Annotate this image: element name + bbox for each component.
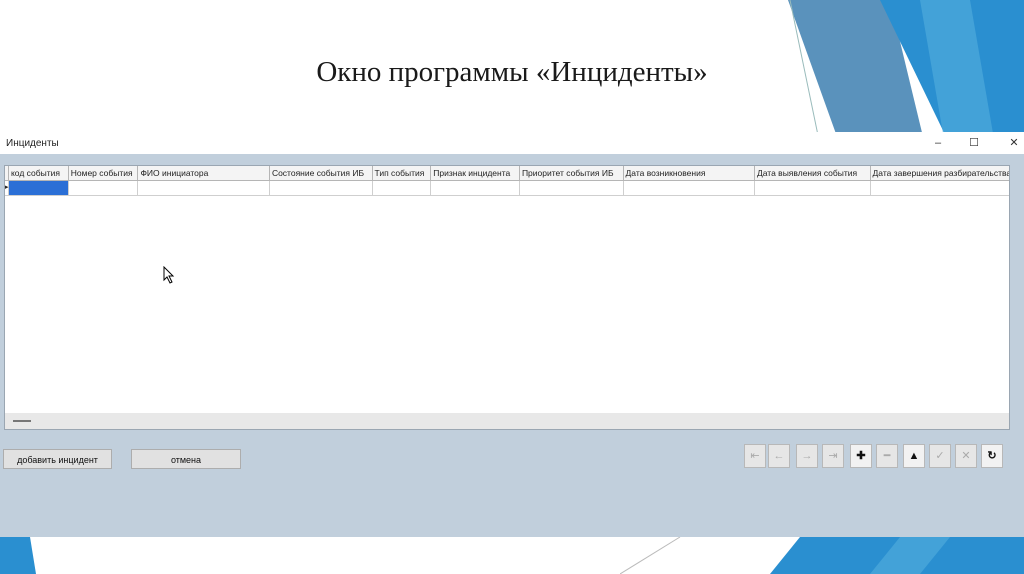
table-cell[interactable] [431, 181, 520, 195]
table-cell[interactable] [138, 181, 270, 195]
column-header[interactable]: Состояние события ИБ [270, 166, 373, 180]
column-header[interactable]: Признак инцидента [431, 166, 520, 180]
column-header[interactable]: ФИО инициатора [138, 166, 270, 180]
table-cell[interactable] [755, 181, 871, 195]
table-cell[interactable] [520, 181, 624, 195]
delete-icon[interactable]: ━ [876, 444, 898, 468]
table-cell[interactable] [373, 181, 432, 195]
next-icon[interactable]: → [796, 444, 818, 468]
last-icon[interactable]: ⇥ [822, 444, 844, 468]
post-icon[interactable]: ✓ [929, 444, 951, 468]
up-icon[interactable]: ▲ [903, 444, 925, 468]
table-cell[interactable] [270, 181, 373, 195]
column-header[interactable]: Приоритет события ИБ [520, 166, 624, 180]
add-icon[interactable]: ✚ [850, 444, 872, 468]
incidents-grid[interactable]: код события Номер события ФИО инициатора… [4, 165, 1010, 414]
first-icon[interactable]: ⇤ [744, 444, 766, 468]
scrollbar-thumb[interactable] [13, 420, 31, 422]
minimize-button[interactable]: – [928, 135, 948, 151]
column-header[interactable]: Тип события [373, 166, 432, 180]
table-cell[interactable] [624, 181, 755, 195]
refresh-icon[interactable]: ↻ [981, 444, 1003, 468]
slide-decoration-bottom-right [620, 537, 1024, 574]
table-cell-selected[interactable] [9, 181, 69, 195]
column-header[interactable]: Дата завершения разбирательства [871, 166, 1009, 180]
slide-decoration-bottom-left [0, 537, 36, 574]
window-titlebar: Инциденты – ☐ ✕ [0, 132, 1024, 154]
cancel-button[interactable]: отмена [131, 449, 241, 469]
grid-header: код события Номер события ФИО инициатора… [5, 166, 1009, 181]
table-cell[interactable] [69, 181, 139, 195]
column-header[interactable]: Номер события [69, 166, 139, 180]
maximize-button[interactable]: ☐ [964, 135, 984, 151]
column-header[interactable]: код события [9, 166, 69, 180]
slide-title: Окно программы «Инциденты» [316, 56, 708, 88]
window-title: Инциденты [6, 138, 59, 149]
close-button[interactable]: ✕ [1004, 135, 1024, 151]
prev-icon[interactable]: ← [768, 444, 790, 468]
column-header[interactable]: Дата возникновения [624, 166, 755, 180]
mouse-cursor-icon [163, 266, 175, 284]
horizontal-scrollbar[interactable] [4, 413, 1010, 430]
table-row[interactable]: ▸ [5, 181, 1009, 196]
add-incident-button[interactable]: добавить инцидент [3, 449, 112, 469]
incidents-window: Инциденты – ☐ ✕ код события Номер событи… [0, 132, 1024, 537]
cancel-edit-icon[interactable]: ✕ [955, 444, 977, 468]
table-cell[interactable] [871, 181, 1009, 195]
column-header[interactable]: Дата выявления события [755, 166, 871, 180]
